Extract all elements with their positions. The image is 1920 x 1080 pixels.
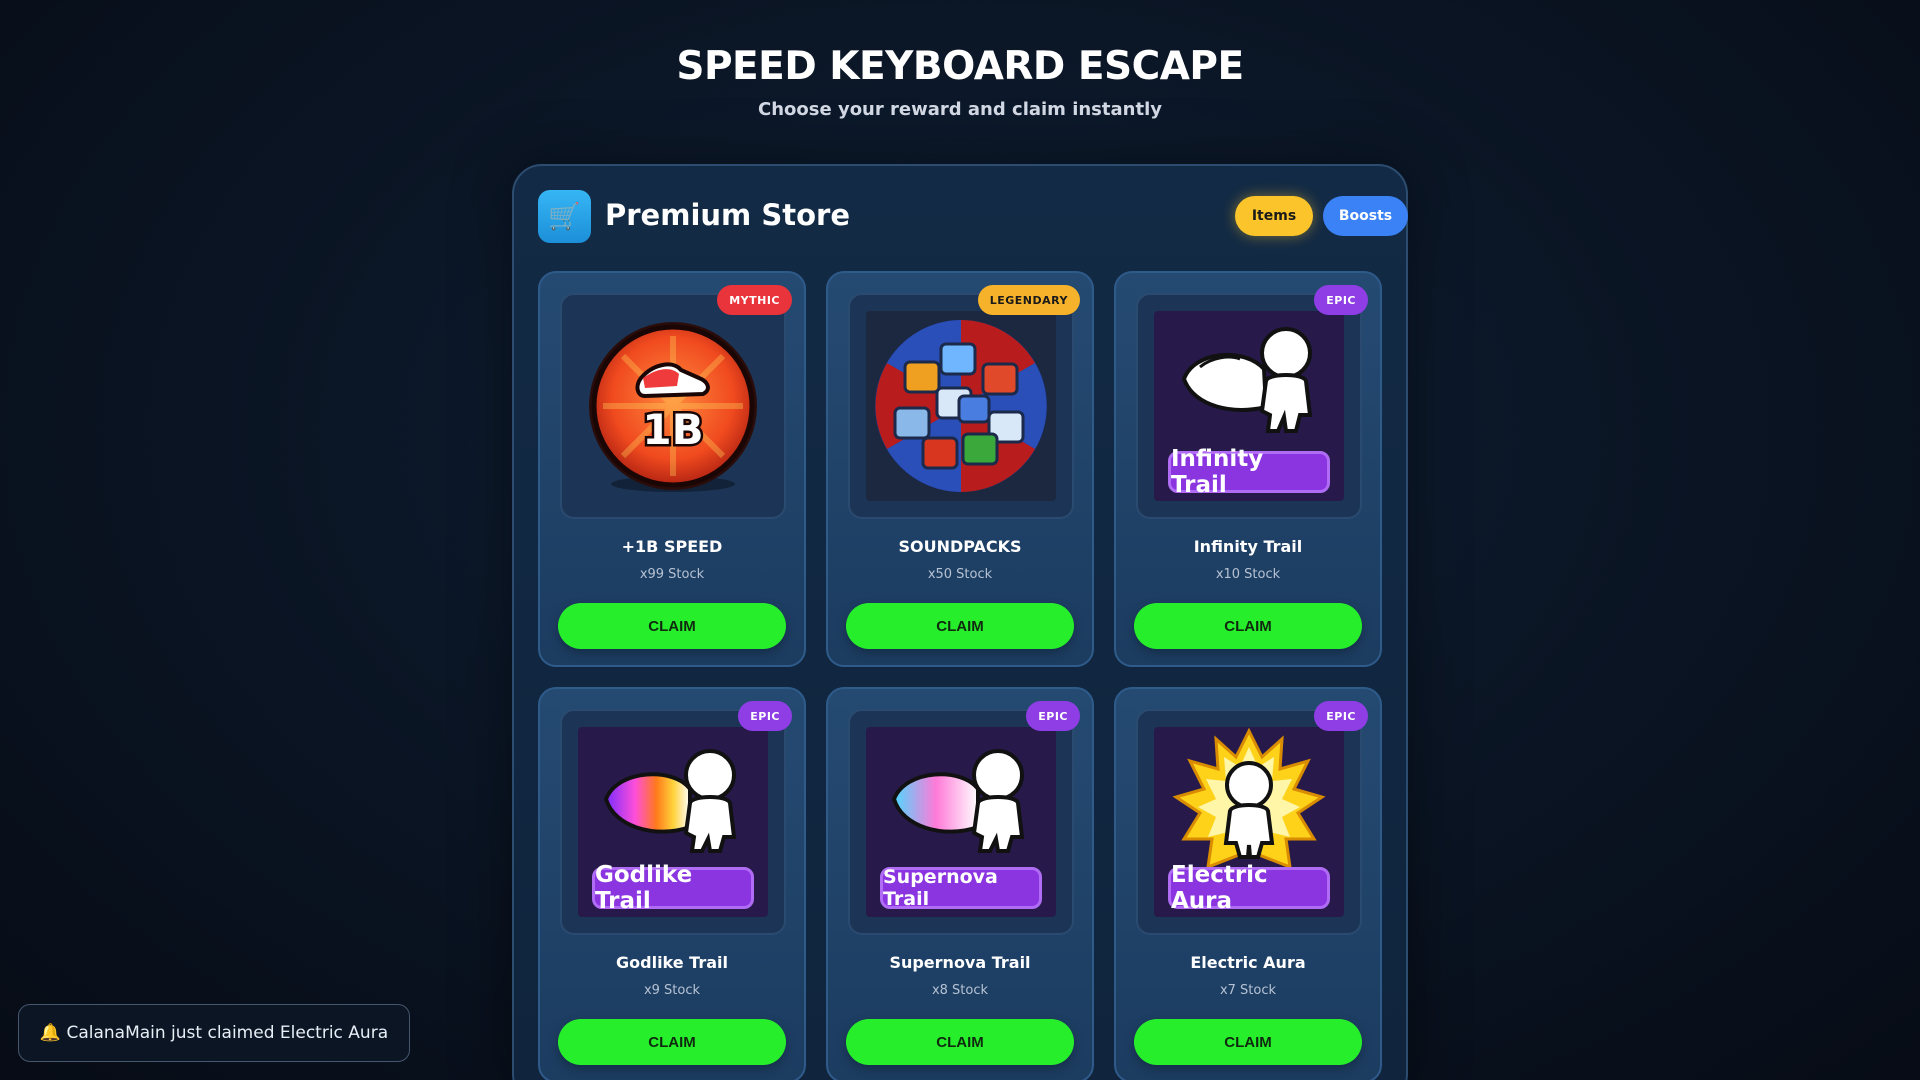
coin-text: 1B — [642, 405, 703, 454]
rarity-badge: EPIC — [738, 701, 792, 731]
item-image-frame — [848, 293, 1074, 519]
item-image-frame: 1B — [560, 293, 786, 519]
item-card-supernova-trail: EPIC Supernova Trail Supernova Trail x8 … — [826, 687, 1094, 1080]
item-stock: x10 Stock — [1215, 567, 1281, 582]
item-card-godlike-trail: EPIC Godlike Trail Godlike Trail x9 Stoc… — [538, 687, 806, 1080]
rarity-badge: EPIC — [1314, 701, 1368, 731]
item-name: SOUNDPACKS — [898, 537, 1022, 556]
item-card-soundpacks: LEGENDARY SOUNDPACKS x50 Stock CLAIM — [826, 271, 1094, 667]
godlike-trail-icon: Godlike Trail — [578, 727, 768, 917]
item-name: Infinity Trail — [1193, 537, 1303, 556]
item-card-infinity-trail: EPIC Infinity Trail Infinity Trail x10 S… — [1114, 271, 1382, 667]
tab-items[interactable]: Items — [1235, 196, 1313, 236]
rarity-badge: MYTHIC — [717, 285, 792, 315]
item-stock: x7 Stock — [1219, 983, 1277, 998]
store-header: 🛒 Premium Store Items Boosts — [538, 190, 1408, 244]
item-name: Electric Aura — [1190, 953, 1306, 972]
trail-label: Godlike Trail — [592, 862, 754, 914]
speed-shoe-coin-icon: 1B — [589, 322, 757, 492]
item-stock: x99 Stock — [639, 567, 705, 582]
trail-label: Infinity Trail — [1168, 446, 1330, 498]
item-card-speed: MYTHIC 1B +1B SPEED x99 Stock CLAIM — [538, 271, 806, 667]
store-panel: 🛒 Premium Store Items Boosts MYTHIC 1B +… — [512, 164, 1408, 1080]
rarity-badge: EPIC — [1026, 701, 1080, 731]
item-card-electric-aura: EPIC Electric Aura Electric Aura x7 Stoc… — [1114, 687, 1382, 1080]
item-name: Godlike Trail — [616, 953, 728, 972]
claim-button[interactable]: CLAIM — [846, 1019, 1074, 1065]
rarity-badge: LEGENDARY — [977, 285, 1080, 315]
claim-button[interactable]: CLAIM — [846, 603, 1074, 649]
notification-text: 🔔 CalanaMain just claimed Electric Aura — [39, 1023, 389, 1043]
trail-label: Supernova Trail — [880, 866, 1042, 910]
page-title: SPEED KEYBOARD ESCAPE — [676, 44, 1244, 89]
claim-button[interactable]: CLAIM — [1134, 603, 1362, 649]
infinity-trail-icon: Infinity Trail — [1154, 311, 1344, 501]
item-name: +1B SPEED — [621, 537, 723, 556]
item-stock: x9 Stock — [643, 983, 701, 998]
item-image-frame: Electric Aura — [1136, 709, 1362, 935]
item-stock: x50 Stock — [927, 567, 993, 582]
supernova-trail-icon: Supernova Trail — [866, 727, 1056, 917]
tab-boosts[interactable]: Boosts — [1323, 196, 1408, 236]
claim-button[interactable]: CLAIM — [558, 1019, 786, 1065]
page-subtitle: Choose your reward and claim instantly — [758, 99, 1162, 120]
claim-notification-toast: 🔔 CalanaMain just claimed Electric Aura — [18, 1004, 410, 1062]
rarity-badge: EPIC — [1314, 285, 1368, 315]
trail-label: Electric Aura — [1168, 862, 1330, 914]
item-stock: x8 Stock — [931, 983, 989, 998]
claim-button[interactable]: CLAIM — [1134, 1019, 1362, 1065]
electric-aura-icon: Electric Aura — [1154, 727, 1344, 917]
store-title: Premium Store — [605, 198, 850, 232]
item-image-frame: Supernova Trail — [848, 709, 1074, 935]
keycap-wheel-icon — [866, 311, 1056, 501]
item-image-frame: Infinity Trail — [1136, 293, 1362, 519]
item-image-frame: Godlike Trail — [560, 709, 786, 935]
item-name: Supernova Trail — [889, 953, 1031, 972]
shopping-cart-icon: 🛒 — [538, 190, 591, 243]
claim-button[interactable]: CLAIM — [558, 603, 786, 649]
